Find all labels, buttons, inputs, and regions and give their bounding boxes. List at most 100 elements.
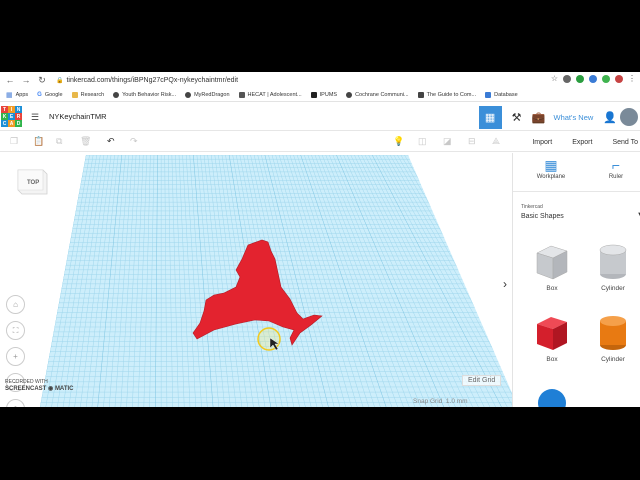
group-icon[interactable]: ◫: [418, 136, 427, 147]
redo-icon[interactable]: ↷: [130, 136, 138, 147]
extension-icon[interactable]: [563, 74, 571, 83]
briefcase-icon: 💼: [531, 111, 546, 124]
fit-icon: ⛶: [12, 325, 19, 335]
edit-grid-button[interactable]: Edit Grid: [462, 375, 502, 386]
bookmark-guide[interactable]: The Guide to Com...: [417, 92, 476, 98]
bookmark-apps[interactable]: ▦ Apps: [6, 91, 28, 99]
letterbox-bottom: [0, 407, 640, 480]
export-button[interactable]: Export: [572, 139, 592, 146]
fit-view-button[interactable]: ⛶: [6, 321, 25, 340]
extension-icons: ☆ ⋮: [551, 74, 636, 83]
cylinder-orange-icon: [600, 316, 626, 350]
globe-icon: [113, 92, 120, 98]
box-gray-icon: [536, 245, 568, 280]
extension-icon[interactable]: [602, 74, 610, 83]
tinkercad-logo[interactable]: T I N K E R C A D: [1, 106, 23, 128]
send-to-button[interactable]: Send To: [612, 139, 638, 146]
bookmarks-bar: ▦ Apps G Google Research Youth Behavior …: [0, 89, 640, 102]
back-icon[interactable]: ←: [4, 74, 16, 86]
header-actions: ▦ ⚒ 💼 What's New 👤: [478, 103, 640, 131]
globe-icon: [185, 92, 192, 98]
workplane-grid[interactable]: [0, 153, 512, 407]
briefcase-button[interactable]: 💼: [528, 106, 550, 128]
record-icon: ◉: [48, 386, 54, 392]
pickaxe-icon: ⚒: [511, 111, 522, 124]
extension-icon[interactable]: [589, 74, 597, 83]
address-bar-row: ← → ↻ 🔒 tinkercad.com/things/iBPNg27cPQx…: [0, 72, 640, 88]
bookmark-database[interactable]: Database: [485, 92, 518, 98]
star-icon[interactable]: ☆: [551, 74, 558, 83]
add-user-icon[interactable]: 👤: [603, 111, 617, 124]
page-icon: [417, 92, 424, 98]
copy-icon[interactable]: ❐: [10, 136, 18, 147]
bookmark-research[interactable]: Research: [71, 92, 104, 98]
bookmark-youth-behavior[interactable]: Youth Behavior Risk...: [113, 92, 176, 98]
ruler-icon: ⌐: [611, 157, 621, 173]
mirror-icon[interactable]: ⟁: [492, 136, 500, 147]
workplane-tool[interactable]: ▦ Workplane: [526, 157, 576, 180]
chevron-right-icon[interactable]: ›: [503, 277, 507, 291]
letterbox-top: [0, 0, 640, 72]
screencast-watermark: RECORDED WITH SCREENCAST ◉ MATIC: [5, 379, 74, 392]
ruler-tool[interactable]: ⌐ Ruler: [591, 157, 640, 180]
light-bulb-icon[interactable]: 💡: [393, 136, 404, 147]
url-text: tinkercad.com/things/iBPNg27cPQx-nykeych…: [66, 76, 239, 84]
shape-box-gray[interactable]: Box: [529, 241, 575, 292]
bookmark-ipums[interactable]: IPUMS: [310, 92, 337, 98]
shape-box-red[interactable]: Box: [529, 312, 575, 363]
align-icon[interactable]: ⊟: [468, 136, 476, 147]
page-icon: [238, 92, 245, 98]
design-title[interactable]: NYKeychainTMR: [49, 112, 107, 121]
box-red-icon: [537, 317, 567, 350]
home-icon: ⌂: [13, 300, 18, 309]
forward-icon[interactable]: →: [20, 74, 32, 86]
workplane-canvas[interactable]: TOP ⌂ ⛶ + − ◈ › Edit Grid Snap Grid 1.0 …: [0, 153, 512, 407]
bookmark-hecat[interactable]: HECAT | Adolescent...: [238, 92, 302, 98]
zoom-in-button[interactable]: +: [6, 347, 25, 366]
lock-icon: 🔒: [56, 77, 64, 84]
toolbar-actions: Import Export Send To: [532, 132, 640, 152]
app-header: T I N K E R C A D ☰ NYKeychainTMR ▦ ⚒ 💼 …: [0, 103, 640, 131]
ipums-icon: [310, 92, 317, 98]
reload-icon[interactable]: ↻: [36, 74, 48, 86]
shapes-panel: ▦ Workplane ⌐ Ruler Tinkercad Basic Shap…: [512, 153, 640, 407]
bookmark-cochrane[interactable]: Cochrane Communi...: [346, 92, 409, 98]
design-list-icon[interactable]: ☰: [31, 112, 39, 123]
undo-icon[interactable]: ↶: [107, 136, 115, 147]
bookmark-google[interactable]: G Google: [37, 92, 62, 98]
avatar[interactable]: [620, 108, 638, 126]
url-field[interactable]: 🔒 tinkercad.com/things/iBPNg27cPQx-nykey…: [56, 77, 238, 84]
screen: ← → ↻ 🔒 tinkercad.com/things/iBPNg27cPQx…: [0, 72, 640, 407]
library-dropdown[interactable]: Basic Shapes: [521, 213, 564, 220]
delete-icon[interactable]: 🗑: [80, 136, 91, 147]
apps-grid-icon: ▦: [6, 92, 13, 99]
shape-cylinder-gray[interactable]: Cylinder: [590, 241, 636, 292]
home-view-button[interactable]: ⌂: [6, 295, 25, 314]
edit-toolbar: ❐ 📋 ⧉ 🗑 ↶ ↷ 💡 ◫ ◪ ⊟ ⟁ Import Export Send…: [0, 132, 640, 152]
menu-dots-icon[interactable]: ⋮: [628, 74, 636, 83]
extension-icon[interactable]: [576, 74, 584, 83]
snap-grid-label[interactable]: Snap Grid 1.0 mm: [413, 398, 468, 405]
globe-icon: [346, 92, 353, 98]
viewcube-top-label[interactable]: TOP: [27, 180, 39, 186]
duplicate-icon[interactable]: ⧉: [56, 136, 62, 147]
plus-icon: +: [13, 352, 18, 361]
folder-icon: [71, 92, 78, 98]
cylinder-gray-icon: [599, 244, 627, 279]
google-icon: G: [37, 92, 42, 98]
database-icon: [485, 92, 492, 98]
library-source: Tinkercad: [521, 204, 543, 210]
ungroup-icon[interactable]: ◪: [443, 136, 452, 147]
paste-icon[interactable]: 📋: [33, 136, 44, 147]
import-button[interactable]: Import: [532, 139, 552, 146]
bookmark-myreddragon[interactable]: MyRedDragon: [185, 92, 230, 98]
extension-icon[interactable]: [615, 74, 623, 83]
pickaxe-button[interactable]: ⚒: [506, 106, 528, 128]
grid-view-button[interactable]: ▦: [478, 105, 502, 129]
shape-cylinder-orange[interactable]: Cylinder: [590, 312, 636, 363]
whats-new-link[interactable]: What's New: [554, 113, 594, 122]
workplane-icon: ▦: [544, 157, 558, 173]
grid-icon: ▦: [484, 111, 496, 124]
panel-tools: ▦ Workplane ⌐ Ruler: [513, 153, 640, 192]
sphere-shape-partial[interactable]: [537, 385, 567, 407]
